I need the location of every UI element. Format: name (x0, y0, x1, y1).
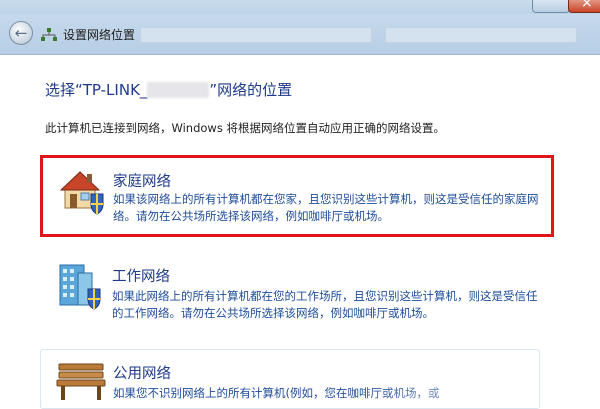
title-bar (0, 0, 600, 14)
work-network-title: 工作网络 (112, 269, 170, 285)
home-network-option[interactable]: 家庭网络 如果该网络上的所有计算机都在您家，且您识别这些计算机，则这是受信任的家… (40, 155, 554, 237)
main-content: 选择“TP-LINK_ ”网络的位置 此计算机已连接到网络，Windows 将根据… (0, 55, 600, 409)
home-network-title: 家庭网络 (113, 174, 171, 190)
home-network-description: 如果该网络上的所有计算机都在您家，且您识别这些计算机，则这是受信任的家庭网络。请… (113, 192, 539, 223)
public-network-icon (56, 363, 106, 400)
work-network-option[interactable]: 工作网络 如果此网络上的所有计算机都在您的工作场所，且您识别这些计算机，则这是受… (40, 253, 554, 333)
network-name-blurred (147, 82, 210, 98)
network-icon (41, 28, 57, 41)
public-network-option[interactable]: 公用网络 如果您不识别网络上的所有计算机(例如，您在咖啡厅或机场，或 (40, 349, 540, 409)
back-button[interactable]: ← (9, 21, 33, 45)
back-arrow-icon: ← (14, 24, 28, 42)
page-heading: 选择“TP-LINK_ ”网络的位置 (45, 79, 292, 100)
nav-title: 设置网络位置 (63, 28, 136, 42)
page-description: 此计算机已连接到网络，Windows 将根据网络位置自动应用正确的网络设置。 (45, 121, 445, 135)
heading-prefix: 选择“TP-LINK_ (45, 81, 148, 99)
address-bar[interactable] (140, 27, 372, 43)
search-input[interactable] (385, 27, 577, 43)
home-network-icon (59, 171, 104, 215)
close-button[interactable] (568, 0, 600, 13)
watermark-fade (359, 378, 539, 408)
work-network-description: 如果此网络上的所有计算机都在您的工作场所，且您识别这些计算机，则这是受信任的工作… (112, 289, 538, 320)
public-network-title: 公用网络 (113, 366, 171, 382)
work-network-icon (59, 264, 101, 310)
heading-suffix: ”网络的位置 (209, 81, 293, 99)
maximize-button[interactable] (532, 0, 570, 13)
navigation-bar: ← 设置网络位置 (0, 14, 600, 55)
